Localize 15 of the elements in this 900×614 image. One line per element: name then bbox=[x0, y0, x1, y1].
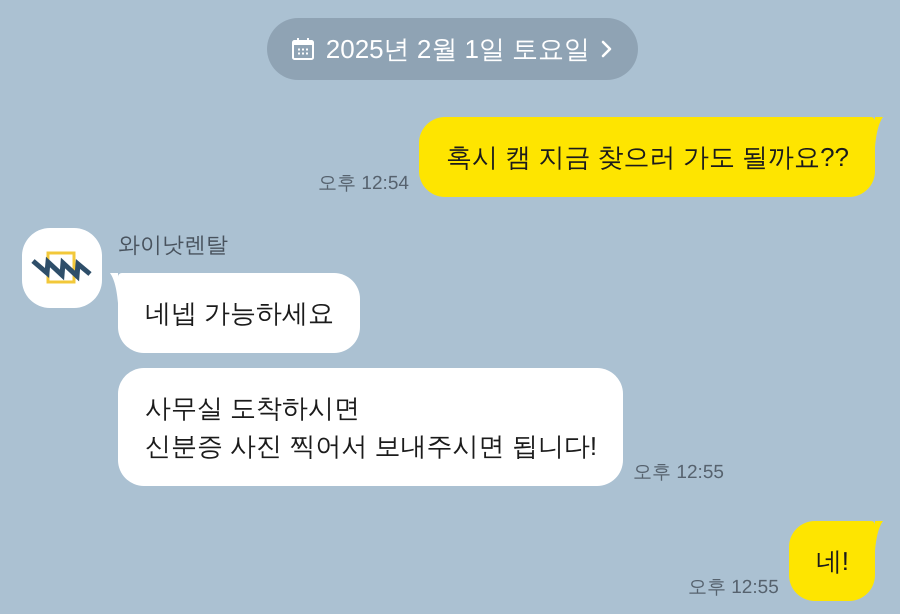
message-time: 오후 12:54 bbox=[318, 173, 409, 195]
message-bubble: 네! bbox=[788, 521, 875, 601]
message-bubble: 사무실 도착하시면 신분증 사진 찍어서 보내주시면 됩니다! bbox=[118, 368, 624, 486]
calendar-icon bbox=[290, 37, 315, 61]
message-bubble: 네넵 가능하세요 bbox=[118, 273, 360, 353]
message-time: 오후 12:55 bbox=[688, 577, 779, 599]
chevron-right-icon bbox=[601, 40, 612, 58]
date-divider[interactable]: 2025년 2월 1일 토요일 bbox=[266, 18, 638, 80]
bubble-tail-icon bbox=[110, 273, 118, 303]
message-time: 오후 12:55 bbox=[633, 462, 724, 484]
bubble-tail-icon bbox=[875, 117, 883, 147]
bubble-tail-icon bbox=[875, 521, 883, 551]
avatar-icon[interactable] bbox=[22, 228, 102, 308]
message-bubble: 혹시 캠 지금 찾으러 가도 될까요?? bbox=[418, 117, 875, 197]
sender-name: 와이낫렌탈 bbox=[118, 231, 228, 259]
